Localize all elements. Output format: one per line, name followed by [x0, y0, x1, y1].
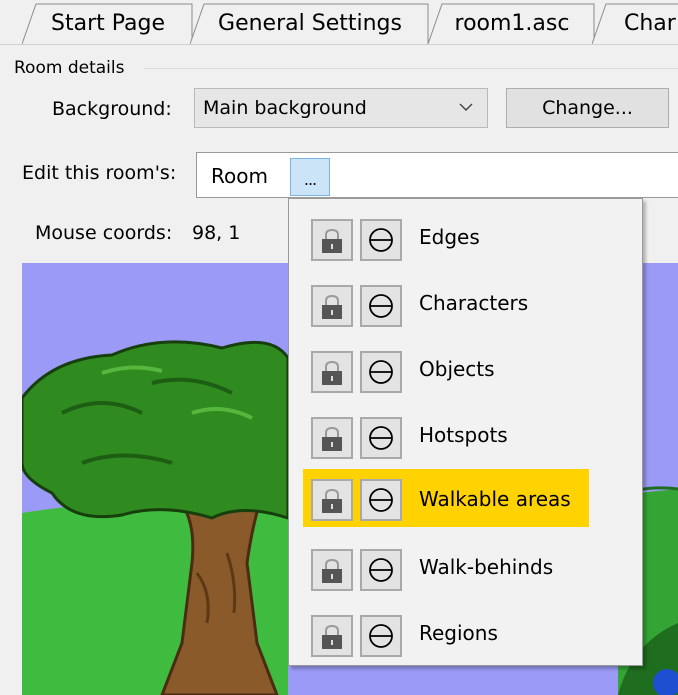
menu-item-label: Objects — [419, 357, 495, 381]
visibility-icon[interactable] — [360, 219, 402, 261]
menu-item-objects[interactable]: Objects — [303, 343, 589, 397]
menu-item-label: Characters — [419, 291, 529, 315]
tab-label: Char: — [624, 11, 678, 36]
menu-item-label: Regions — [419, 621, 498, 645]
edit-room-field[interactable]: Room — [196, 152, 678, 198]
visibility-icon[interactable] — [360, 615, 402, 657]
group-divider — [144, 68, 678, 69]
tab-room1-asc[interactable]: room1.asc — [428, 3, 596, 44]
lock-icon[interactable] — [311, 351, 353, 393]
background-select[interactable]: Main background — [194, 88, 488, 128]
menu-item-regions[interactable]: Regions — [303, 607, 589, 661]
menu-item-label: Edges — [419, 225, 480, 249]
document-tab-bar: Start Page General Settings room1.asc Ch… — [0, 0, 678, 45]
visibility-icon[interactable] — [360, 417, 402, 459]
lock-icon[interactable] — [311, 219, 353, 261]
visibility-icon[interactable] — [360, 351, 402, 393]
tab-label: room1.asc — [454, 11, 570, 36]
mouse-coords-label: Mouse coords: — [35, 222, 173, 244]
edit-room-label: Edit this room's: — [22, 162, 177, 184]
lock-icon[interactable] — [311, 479, 353, 521]
menu-item-characters[interactable]: Characters — [303, 277, 589, 331]
visibility-icon[interactable] — [360, 549, 402, 591]
menu-item-label: Walkable areas — [419, 487, 571, 511]
background-select-value: Main background — [203, 97, 367, 119]
menu-item-hotspots[interactable]: Hotspots — [303, 409, 589, 463]
visibility-icon[interactable] — [360, 285, 402, 327]
menu-item-label: Walk-behinds — [419, 555, 554, 579]
tab-general-settings[interactable]: General Settings — [190, 3, 430, 44]
mouse-coords-value: 98, 1 — [192, 222, 241, 244]
change-background-button[interactable]: Change... — [506, 88, 669, 128]
menu-item-label: Hotspots — [419, 423, 508, 447]
chevron-down-icon — [459, 103, 473, 111]
lock-icon[interactable] — [311, 549, 353, 591]
background-label: Background: — [52, 98, 172, 120]
tab-label: General Settings — [218, 11, 402, 36]
menu-item-walkable-areas[interactable]: Walkable areas — [303, 469, 589, 527]
visibility-icon[interactable] — [360, 479, 402, 521]
lock-icon[interactable] — [311, 615, 353, 657]
lock-icon[interactable] — [311, 285, 353, 327]
layer-popup-menu: Edges Characters Objects Hotspots Walkab… — [288, 198, 643, 666]
edit-room-value: Room — [211, 164, 268, 188]
tab-start-page[interactable]: Start Page — [22, 3, 194, 44]
lock-icon[interactable] — [311, 417, 353, 459]
layer-menu-button[interactable]: ... — [290, 158, 330, 196]
menu-item-walk-behinds[interactable]: Walk-behinds — [303, 541, 589, 595]
tab-characters[interactable]: Char: — [592, 3, 678, 44]
tab-label: Start Page — [51, 11, 165, 36]
menu-item-edges[interactable]: Edges — [303, 211, 589, 265]
room-details-title: Room details — [14, 58, 125, 78]
